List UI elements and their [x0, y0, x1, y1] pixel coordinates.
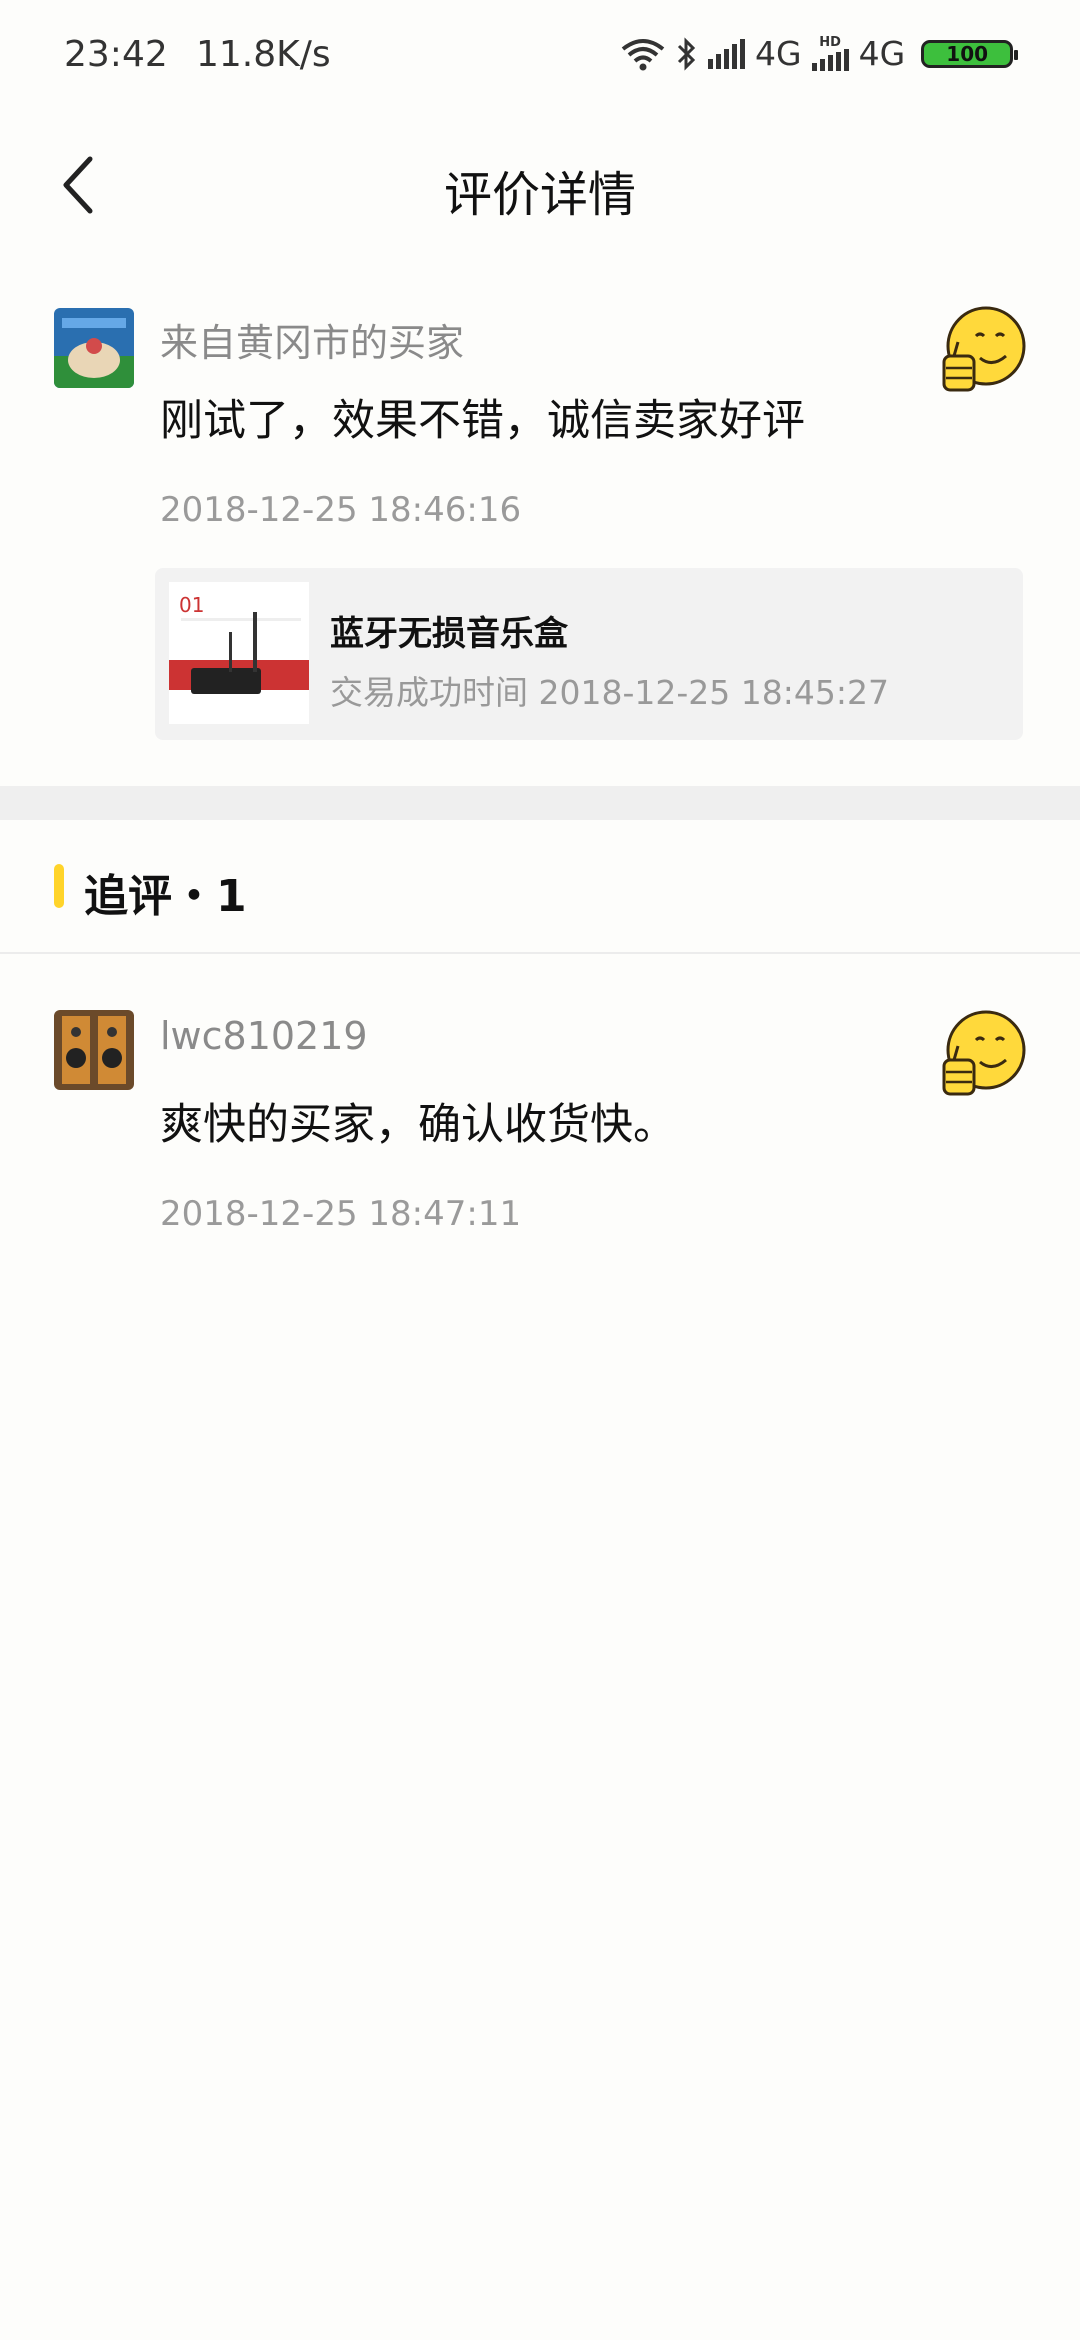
reviewer-name: 来自黄冈市的买家: [160, 321, 465, 365]
status-icons: 4G HD 4G 100: [620, 34, 1019, 73]
followup-header: 追评・1: [0, 820, 1080, 954]
status-net-speed: 11.8K/s: [196, 34, 331, 75]
accent-bar: [54, 864, 64, 908]
trade-time-value: 2018-12-25 18:45:27: [538, 673, 889, 712]
status-time: 23:42: [64, 34, 168, 75]
followup-title: 追评・1: [84, 871, 247, 922]
section-divider: [0, 786, 1080, 820]
review-text: 刚试了，效果不错，诚信卖家好评: [160, 396, 805, 446]
battery-indicator: 100: [921, 39, 1019, 68]
product-title: 蓝牙无损音乐盒: [330, 614, 568, 654]
followup-time: 2018-12-25 18:47:11: [160, 1194, 522, 1234]
followup-avatar[interactable]: [54, 1010, 134, 1090]
bluetooth-icon: [677, 36, 696, 71]
product-card[interactable]: 01 蓝牙无损音乐盒 交易成功时间 2018-12-25 18:45:27: [155, 568, 1023, 740]
signal-icon: [708, 38, 745, 69]
thumbs-up-emoji-icon: [940, 1010, 1028, 1098]
review-time: 2018-12-25 18:46:16: [160, 490, 522, 530]
svg-text:01: 01: [179, 593, 204, 617]
network-label-2: 4G: [858, 34, 906, 73]
followup-username: lwc810219: [160, 1014, 368, 1058]
hd-label: HD: [819, 35, 841, 50]
signal-icon-2: [811, 49, 849, 71]
trade-time-label: 交易成功时间: [330, 673, 528, 712]
followup-text: 爽快的买家，确认收货快。: [160, 1100, 676, 1150]
network-label-1: 4G: [755, 34, 802, 73]
thumbs-up-emoji-icon: [940, 306, 1028, 394]
product-trade-time: 交易成功时间 2018-12-25 18:45:27: [330, 666, 889, 714]
page-title: 评价详情: [443, 167, 636, 223]
wifi-icon: [621, 38, 665, 70]
reviewer-avatar[interactable]: [54, 308, 134, 388]
product-image: 01: [169, 582, 309, 724]
